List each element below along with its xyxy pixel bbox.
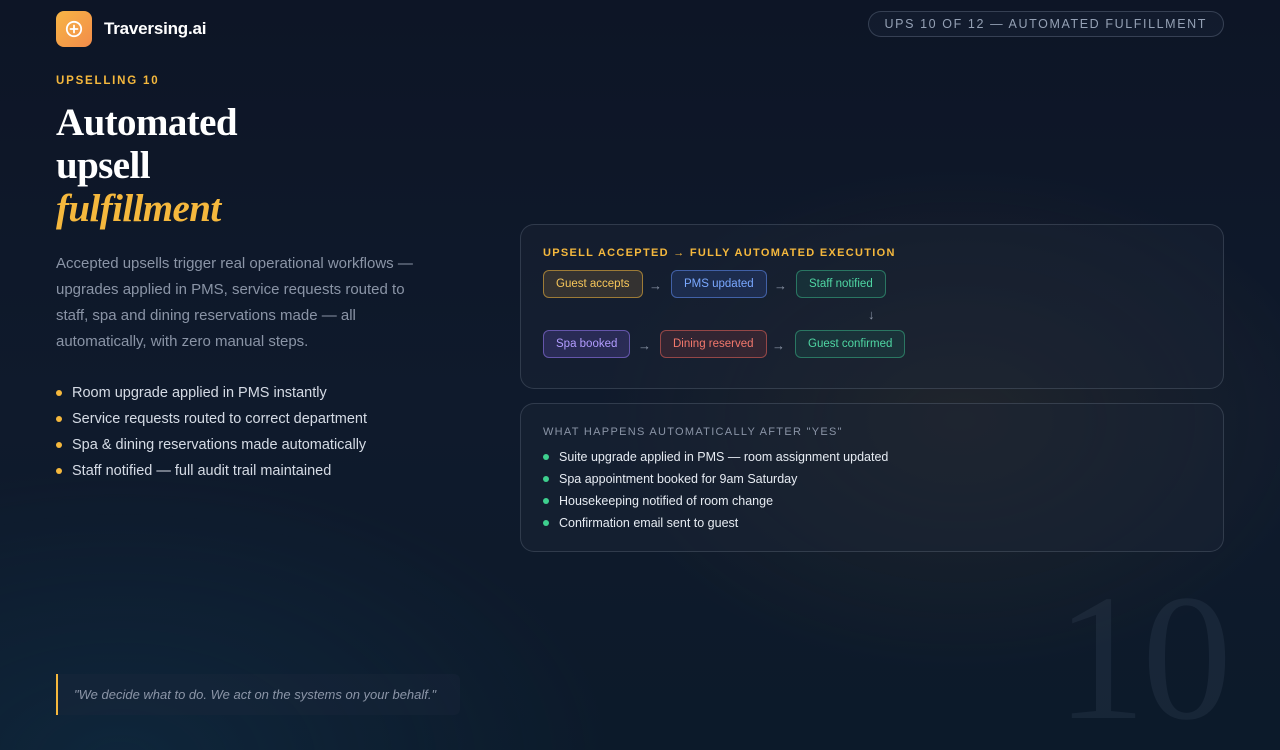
feature-item: Service requests routed to correct depar… — [56, 406, 367, 432]
automation-flow-card: UPSELL ACCEPTED → FULLY AUTOMATED EXECUT… — [520, 224, 1224, 389]
flow-step-staff-notified: Staff notified — [796, 270, 886, 298]
arrow-right-icon: → — [638, 338, 651, 353]
auto-action-item: Suite upgrade applied in PMS — room assi… — [543, 446, 888, 468]
brand-logo[interactable]: Traversing.ai — [56, 11, 206, 47]
slide-progress-pill: UPS 10 OF 12 — AUTOMATED FULFILLMENT — [867, 11, 1224, 37]
flow-step-spa-booked: Spa booked — [543, 330, 631, 358]
feature-item: Staff notified — full audit trail mainta… — [56, 458, 367, 484]
flow-step-guest-accepts: Guest accepts — [543, 270, 643, 298]
flow-step-dining-reserved: Dining reserved — [660, 330, 767, 358]
pull-quote: "We decide what to do. We act on the sys… — [56, 674, 460, 715]
feature-item: Spa & dining reservations made automatic… — [56, 432, 367, 458]
auto-action-item: Housekeeping notified of room change — [543, 490, 888, 512]
brand-name: Traversing.ai — [104, 19, 207, 38]
section-eyebrow: UPSELLING 10 — [56, 75, 160, 87]
auto-action-item: Spa appointment booked for 9am Saturday — [543, 468, 888, 490]
circle-plus-icon — [56, 11, 92, 47]
arrow-right-icon: → — [774, 278, 787, 293]
auto-card-label: WHAT HAPPENS AUTOMATICALLY AFTER "YES" — [543, 426, 843, 438]
feature-item: Room upgrade applied in PMS instantly — [56, 380, 367, 406]
flow-step-pms-updated: PMS updated — [671, 270, 767, 298]
slide-number-watermark: 10 — [1056, 558, 1232, 750]
title-line-2: upsell — [56, 144, 151, 187]
auto-action-list: Suite upgrade applied in PMS — room assi… — [543, 446, 888, 534]
auto-action-item: Confirmation email sent to guest — [543, 512, 888, 534]
arrow-right-icon: → — [772, 338, 785, 353]
arrow-down-icon: ↓ — [868, 307, 875, 322]
title-accent: fulfillment — [56, 187, 221, 230]
flow-step-guest-confirmed: Guest confirmed — [795, 330, 906, 358]
feature-list: Room upgrade applied in PMS instantly Se… — [56, 380, 367, 484]
title-line-1: Automated — [56, 101, 238, 144]
page-title: Automated upsell fulfillment — [56, 101, 416, 230]
arrow-right-icon: → — [649, 278, 662, 293]
page-description: Accepted upsells trigger real operationa… — [56, 255, 413, 350]
flow-card-label: UPSELL ACCEPTED → FULLY AUTOMATED EXECUT… — [543, 247, 896, 259]
automatic-actions-card: WHAT HAPPENS AUTOMATICALLY AFTER "YES" S… — [520, 403, 1224, 552]
